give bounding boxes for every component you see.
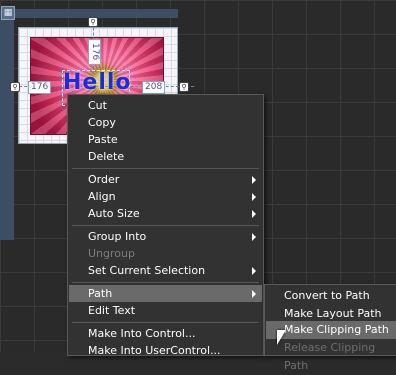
dimension-right: 208: [142, 81, 166, 94]
menu-item-label: Make Into UserControl...: [88, 344, 221, 357]
menu-item-order[interactable]: Order: [69, 171, 262, 188]
menu-item-label: Edit Text: [88, 304, 136, 317]
submenu-item-label: Make Clipping Path: [284, 323, 389, 336]
menu-item-set-current-selection[interactable]: Set Current Selection: [69, 262, 262, 279]
menu-item-copy[interactable]: Copy: [69, 114, 262, 131]
pointer-cursor-icon: [277, 330, 286, 345]
chevron-right-icon: [252, 176, 256, 184]
menu-item-auto-size[interactable]: Auto Size: [69, 205, 262, 222]
menu-separator: [72, 168, 259, 169]
chevron-right-icon: [252, 193, 256, 201]
menu-item-label: Delete: [88, 150, 125, 163]
right-pin-handle[interactable]: ⚲: [179, 82, 189, 92]
menu-item-label: Make Into Control...: [88, 327, 196, 340]
menu-item-label: Path: [88, 287, 113, 300]
menu-item-cut[interactable]: Cut: [69, 97, 262, 114]
menu-item-label: Set Current Selection: [88, 264, 206, 277]
top-pin-handle[interactable]: ⚲: [88, 17, 98, 27]
menu-item-label: Ungroup: [88, 247, 135, 260]
menu-item-make-into-usercontrol[interactable]: Make Into UserControl...: [69, 342, 262, 359]
menu-item-label: Order: [88, 173, 120, 186]
menu-separator: [72, 322, 259, 323]
submenu-item-label: Convert to Path: [284, 289, 370, 302]
menu-item-path[interactable]: Path: [69, 285, 262, 302]
menu-item-ungroup: Ungroup: [69, 245, 262, 262]
menu-item-label: Copy: [88, 116, 116, 129]
left-ruler: [0, 18, 14, 240]
menu-item-group-into[interactable]: Group Into: [69, 228, 262, 245]
left-pin-handle[interactable]: ⚲: [10, 82, 20, 92]
chevron-right-icon: [252, 210, 256, 218]
menu-separator: [72, 225, 259, 226]
text-object[interactable]: Hello: [63, 70, 132, 95]
menu-separator: [72, 282, 259, 283]
menu-item-align[interactable]: Align: [69, 188, 262, 205]
path-submenu: Convert to Path Make Layout Path Make Cl…: [264, 284, 396, 372]
menu-item-delete[interactable]: Delete: [69, 148, 262, 165]
menu-item-paste[interactable]: Paste: [69, 131, 262, 148]
menu-item-edit-text[interactable]: Edit Text: [69, 302, 262, 319]
menu-item-label: Paste: [88, 133, 118, 146]
menu-item-label: Group Into: [88, 230, 147, 243]
submenu-item-label: Release Clipping Path: [284, 341, 376, 372]
menu-item-label: Auto Size: [88, 207, 140, 220]
layout-icon[interactable]: ▦: [1, 6, 15, 20]
submenu-item-label: Make Layout Path: [284, 307, 382, 320]
dimension-top: 176: [88, 39, 101, 65]
menu-item-label: Cut: [88, 99, 107, 112]
chevron-right-icon: [252, 267, 256, 275]
menu-item-label: Align: [88, 190, 116, 203]
context-menu: Cut Copy Paste Delete Order Align Auto S…: [67, 94, 264, 359]
submenu-item-convert-to-path[interactable]: Convert to Path: [266, 287, 396, 305]
chevron-right-icon: [252, 233, 256, 241]
menu-item-make-into-control[interactable]: Make Into Control...: [69, 325, 262, 342]
dimension-left: 176: [28, 81, 52, 94]
chevron-right-icon: [252, 290, 256, 298]
